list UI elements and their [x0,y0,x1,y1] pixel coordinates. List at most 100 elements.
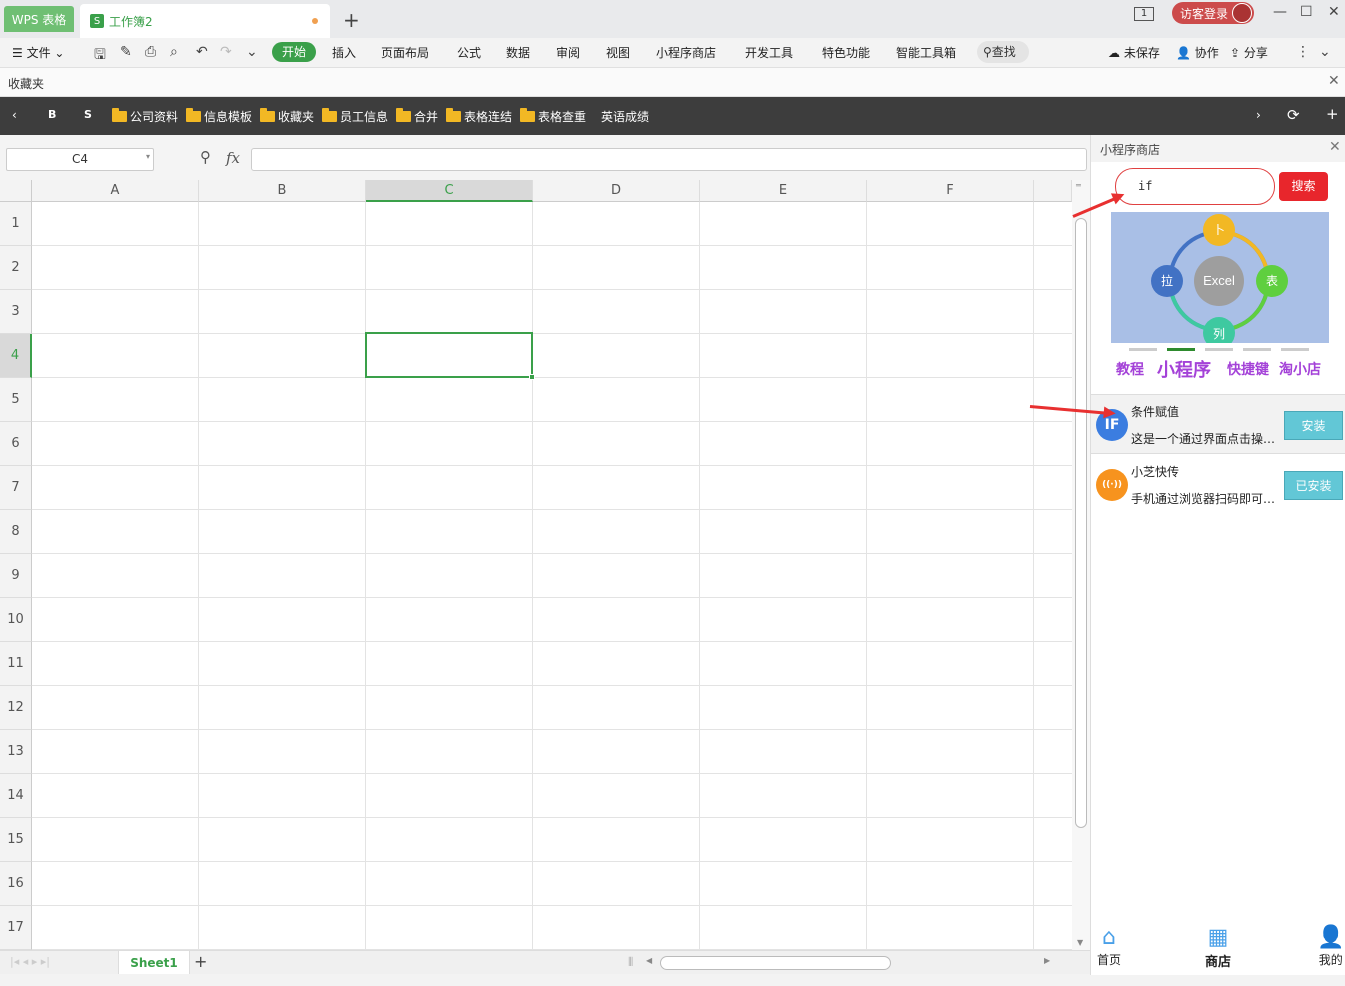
file-menu[interactable]: ☰ 文件 ⌄ [12,44,64,61]
window-count-icon[interactable]: 1 [1134,7,1154,21]
tab-splitter-icon[interactable]: ⦀ [628,955,633,970]
col-header-e[interactable]: E [700,180,867,202]
save-icon[interactable]: 🖫 [94,44,106,68]
scroll-left-icon[interactable]: ◀ [646,956,652,965]
bookmark-s[interactable]: S [84,108,92,121]
formula-input[interactable] [251,148,1087,171]
tab-features[interactable]: 特色功能 [822,44,870,61]
row-header[interactable]: 1 [0,202,32,246]
col-header-b[interactable]: B [199,180,366,202]
print-preview-icon[interactable]: ⌕ [170,44,178,60]
tab-applet-store[interactable]: 小程序商店 [656,44,716,61]
minimize-icon[interactable]: — [1273,4,1287,20]
applet-search-input[interactable]: if [1115,168,1275,205]
category-applet[interactable]: 小程序 [1157,356,1211,382]
row-header[interactable]: 7 [0,466,32,510]
add-bookmark-icon[interactable]: + [1326,105,1339,123]
col-header-a[interactable]: A [32,180,199,202]
chevron-down-icon[interactable]: ▾ [146,152,150,161]
install-button[interactable]: 安装 [1284,411,1343,440]
installed-button[interactable]: 已安装 [1284,471,1343,500]
row-header[interactable]: 10 [0,598,32,642]
horizontal-scroll-thumb[interactable] [660,956,891,970]
tab-data[interactable]: 数据 [506,44,530,61]
scroll-down-icon[interactable]: ▼ [1077,938,1083,947]
row-header[interactable]: 16 [0,862,32,906]
tab-view[interactable]: 视图 [606,44,630,61]
active-cell-c4[interactable] [365,332,533,378]
sheet-tab-sheet1[interactable]: Sheet1 [118,951,190,975]
bookmark-employee-info[interactable]: 员工信息 [322,108,388,125]
row-header[interactable]: 17 [0,906,32,950]
share-button[interactable]: ⇪ 分享 [1230,44,1268,61]
zoom-icon[interactable]: ⚲ [200,148,211,166]
scroll-right-icon[interactable]: ▶ [1044,956,1050,965]
spreadsheet-grid[interactable]: A B C D E F 1 2 3 4 5 6 7 8 9 10 11 12 1… [0,180,1072,950]
list-item[interactable]: IF 条件赋值 这是一个通过界面点击操… 安装 [1091,394,1345,454]
tab-developer[interactable]: 开发工具 [745,44,793,61]
maximize-icon[interactable]: ☐ [1300,4,1313,20]
document-tab[interactable]: S 工作簿2 [80,4,330,38]
more-dropdown-icon[interactable]: ⌄ [246,44,258,60]
row-header[interactable]: 9 [0,554,32,598]
carousel-dot-active[interactable] [1167,348,1195,351]
nav-home[interactable]: ⌂ 首页 [1097,925,1121,968]
close-icon[interactable]: ✕ [1329,139,1341,155]
carousel-dot[interactable] [1281,348,1309,351]
more-options-icon[interactable]: ⋮ [1296,44,1310,60]
row-header[interactable]: 13 [0,730,32,774]
unsaved-status[interactable]: ☁ 未保存 [1108,44,1160,61]
tab-page-layout[interactable]: 页面布局 [381,44,429,61]
carousel-dot[interactable] [1129,348,1157,351]
name-box[interactable]: C4 [6,148,154,171]
row-header[interactable]: 11 [0,642,32,686]
find-button[interactable]: ⚲查找 [977,41,1029,63]
row-header[interactable]: 14 [0,774,32,818]
bookmark-merge[interactable]: 合并 [396,108,438,125]
bookmark-prev-icon[interactable]: ‹ [12,108,17,122]
row-header[interactable]: 4 [0,334,32,378]
row-header[interactable]: 12 [0,686,32,730]
row-header[interactable]: 6 [0,422,32,466]
category-shortcut[interactable]: 快捷键 [1227,359,1269,379]
row-header[interactable]: 3 [0,290,32,334]
sheet-nav-icon[interactable]: |◂ ◂ ▸ ▸| [10,955,50,968]
carousel-dot[interactable] [1243,348,1271,351]
list-item[interactable]: ((·)) 小芝快传 手机通过浏览器扫码即可… 已安装 [1091,455,1345,515]
add-sheet-icon[interactable]: + [194,952,207,971]
refresh-icon[interactable]: ⟳ [1287,106,1300,124]
vertical-scroll-thumb[interactable] [1075,218,1087,828]
close-icon[interactable]: ✕ [1328,73,1340,89]
select-all-corner[interactable] [0,180,32,202]
bookmark-company-docs[interactable]: 公司资料 [112,108,178,125]
row-header[interactable]: 8 [0,510,32,554]
collaborate-button[interactable]: 👤 协作 [1176,44,1219,61]
tab-review[interactable]: 审阅 [556,44,580,61]
bookmark-next-icon[interactable]: › [1256,108,1261,122]
col-header-d[interactable]: D [533,180,700,202]
wps-app-tab[interactable]: WPS 表格 [4,6,74,32]
col-header-f[interactable]: F [867,180,1034,202]
undo-icon[interactable]: ↶ [196,44,208,60]
new-tab-button[interactable]: + [343,8,360,32]
bookmark-info-template[interactable]: 信息模板 [186,108,252,125]
bookmark-table-link[interactable]: 表格连结 [446,108,512,125]
category-shop[interactable]: 淘小店 [1279,359,1321,379]
tab-start[interactable]: 开始 [272,42,316,62]
guest-login-button[interactable]: 访客登录 [1172,2,1254,24]
nav-store[interactable]: ▦ 商店 [1205,925,1231,970]
row-header[interactable]: 2 [0,246,32,290]
close-window-icon[interactable]: ✕ [1328,4,1340,20]
format-painter-icon[interactable]: ✎ [120,44,132,60]
carousel-dot[interactable] [1205,348,1233,351]
bookmark-english-scores[interactable]: 英语成绩 [601,108,649,125]
split-handle-icon[interactable]: ═ [1076,181,1081,190]
col-header-g[interactable] [1034,180,1072,202]
bookmark-favorites[interactable]: 收藏夹 [260,108,314,125]
tab-formulas[interactable]: 公式 [457,44,481,61]
search-button[interactable]: 搜索 [1279,172,1328,201]
fill-handle[interactable] [529,374,535,380]
tab-smart-toolbox[interactable]: 智能工具箱 [896,44,956,61]
collapse-ribbon-icon[interactable]: ⌄ [1319,44,1331,60]
nav-mine[interactable]: 👤 我的 [1317,925,1344,968]
